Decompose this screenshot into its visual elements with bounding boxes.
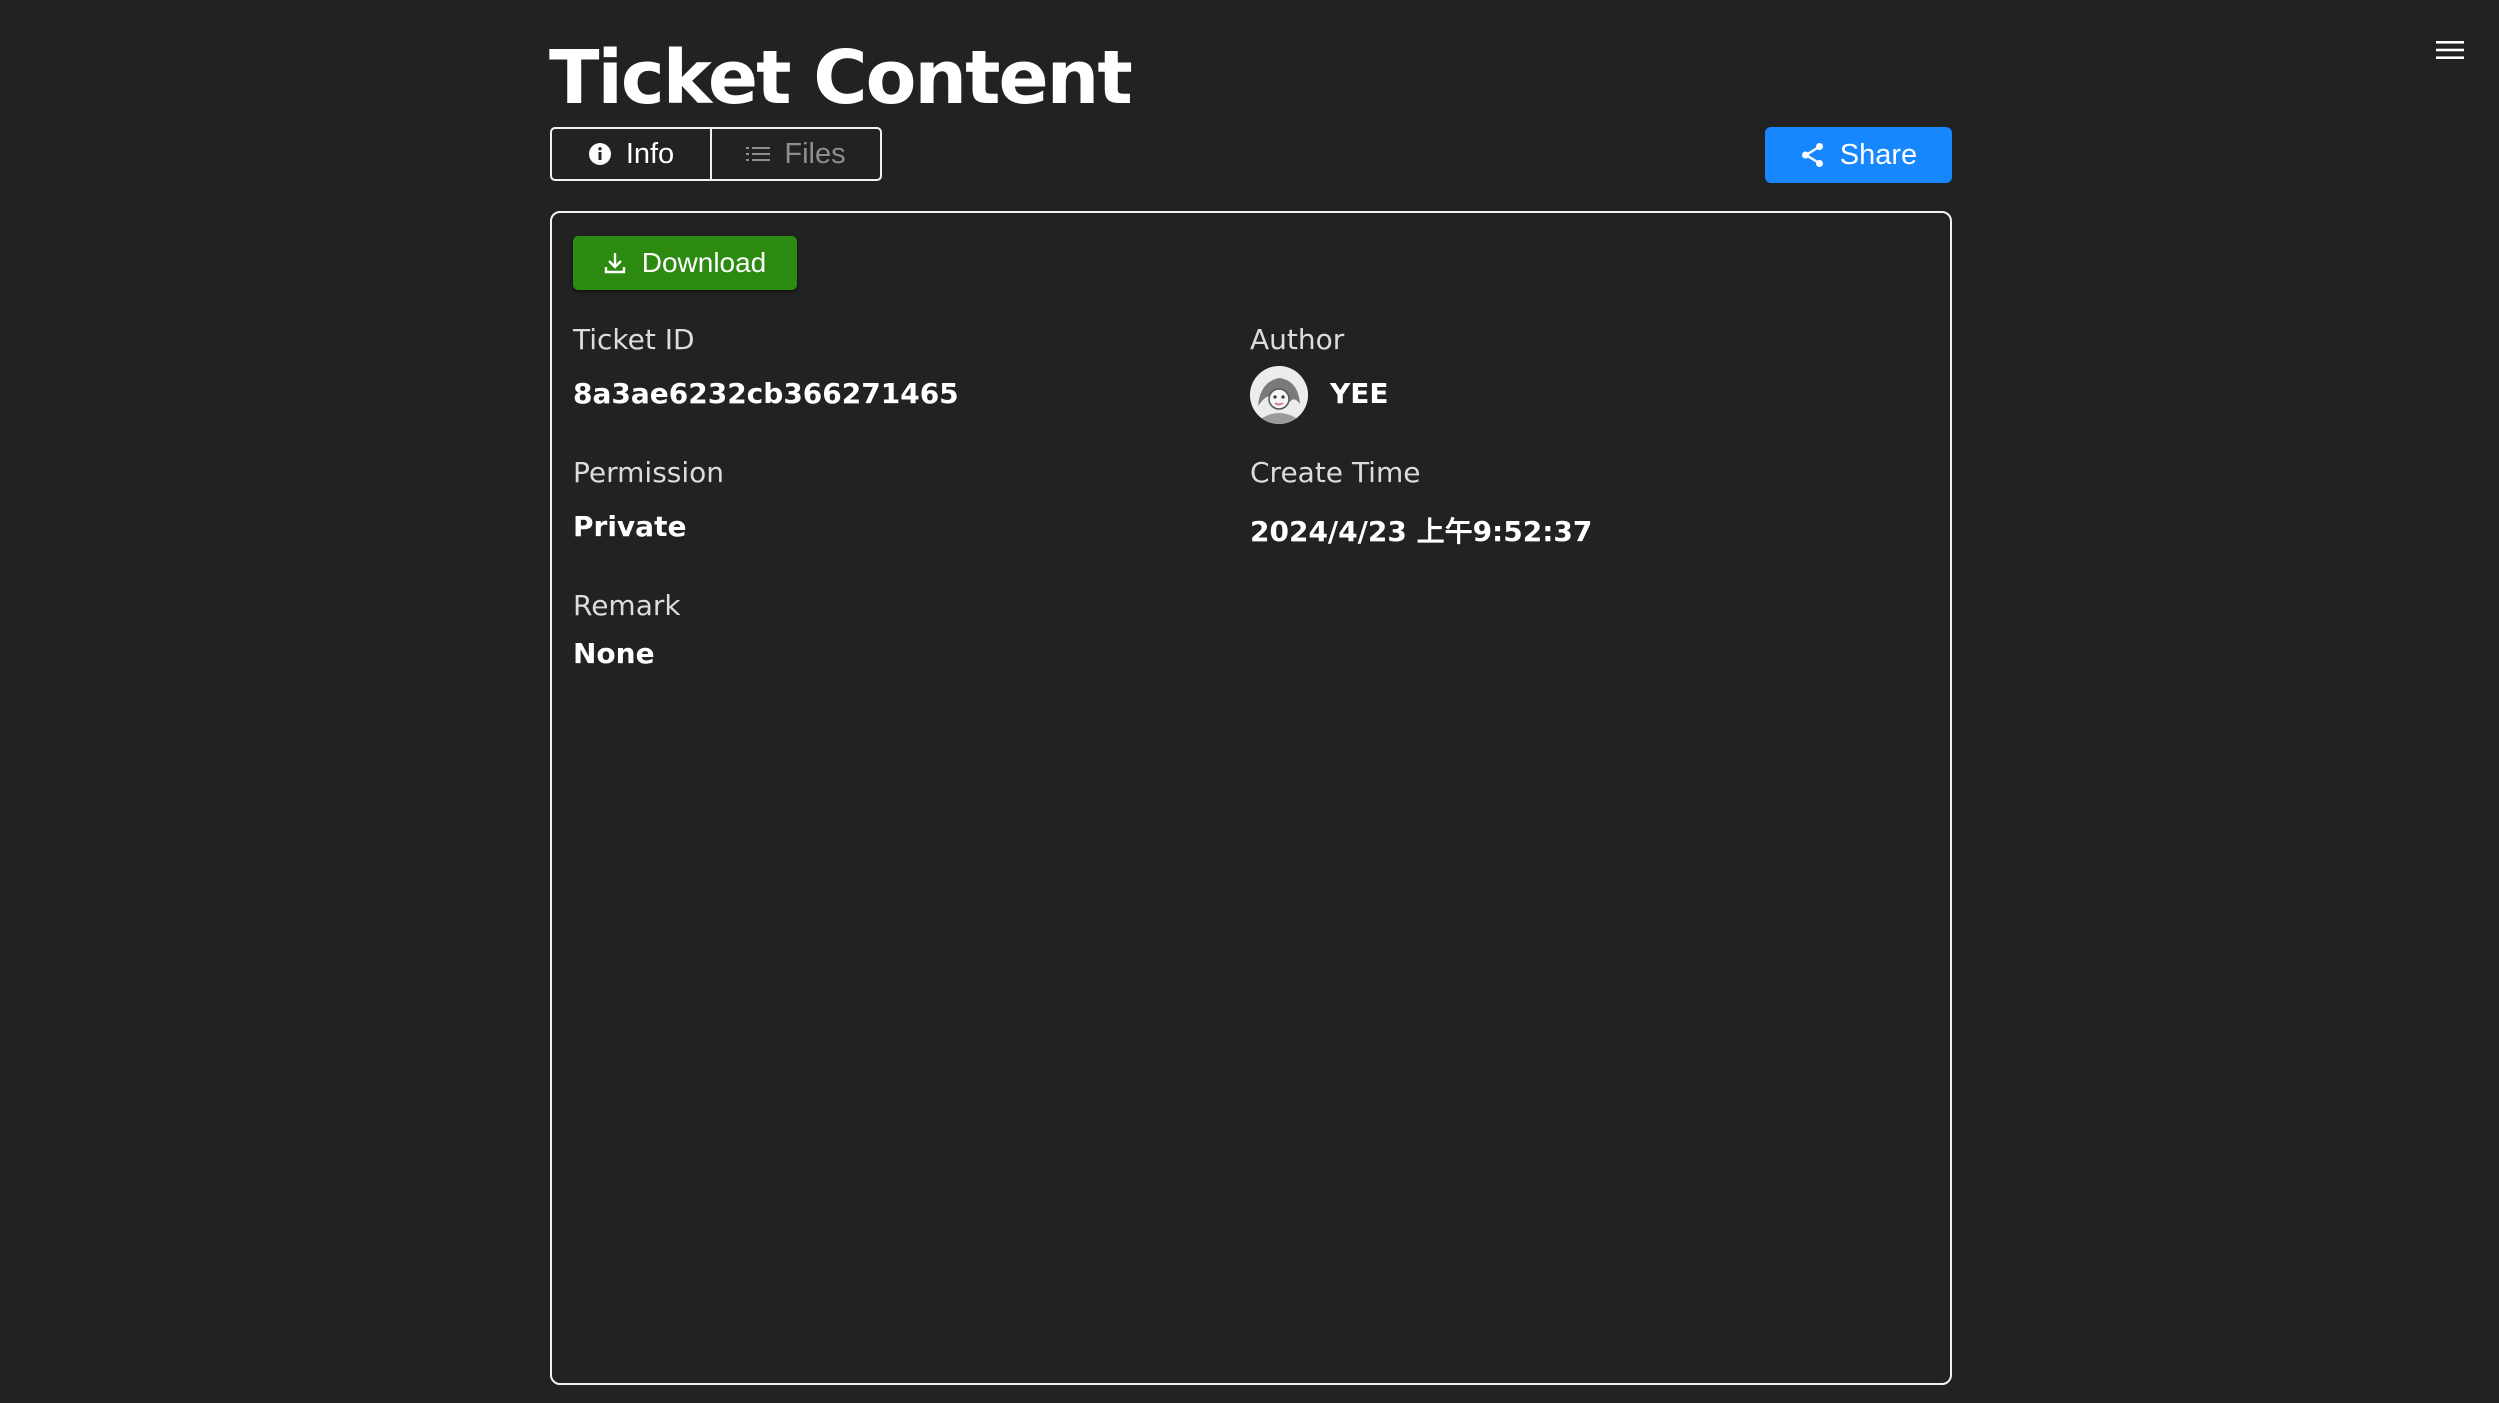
create-time-value: 2024/4/23 上午9:52:37	[1250, 515, 1593, 548]
info-circle-icon	[588, 143, 611, 165]
share-icon	[1801, 143, 1823, 167]
remark-value: None	[573, 637, 655, 670]
permission-value: Private	[573, 510, 687, 543]
download-button[interactable]: Download	[573, 236, 797, 290]
download-button-label: Download	[641, 247, 767, 278]
avatar-image	[1250, 366, 1308, 424]
avatar[interactable]	[1250, 366, 1308, 424]
hamburger-menu-icon	[2436, 41, 2464, 59]
permission-label: Permission	[573, 456, 725, 489]
ticket-id-value: 8a3ae6232cb366271465	[573, 377, 959, 410]
list-icon	[746, 147, 771, 161]
remark-label: Remark	[573, 589, 681, 622]
ticket-id-label: Ticket ID	[573, 323, 695, 356]
tab-files-label: Files	[784, 137, 846, 170]
ticket-info-panel: Download Ticket ID 8a3ae6232cb366271465 …	[550, 211, 1952, 1385]
share-button[interactable]: Share	[1765, 127, 1952, 183]
create-time-label: Create Time	[1250, 456, 1421, 489]
page-title: Ticket Content	[549, 35, 1133, 121]
menu-button[interactable]	[2428, 34, 2472, 66]
tab-files[interactable]: Files	[712, 129, 880, 179]
author-label: Author	[1250, 323, 1345, 356]
author-name[interactable]: YEE	[1330, 377, 1389, 410]
tab-info-label: Info	[625, 137, 675, 170]
tab-info[interactable]: Info	[552, 129, 712, 179]
download-icon	[604, 253, 625, 274]
tab-group: Info Files	[550, 127, 882, 181]
share-button-label: Share	[1839, 138, 1918, 171]
